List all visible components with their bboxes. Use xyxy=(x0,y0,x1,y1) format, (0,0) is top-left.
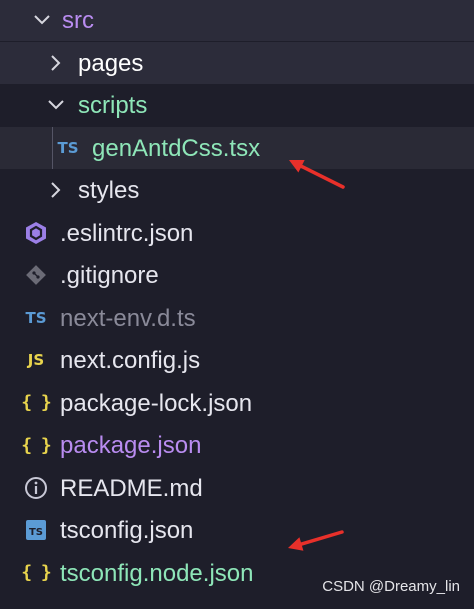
annotation-arrow-icon xyxy=(288,530,344,551)
